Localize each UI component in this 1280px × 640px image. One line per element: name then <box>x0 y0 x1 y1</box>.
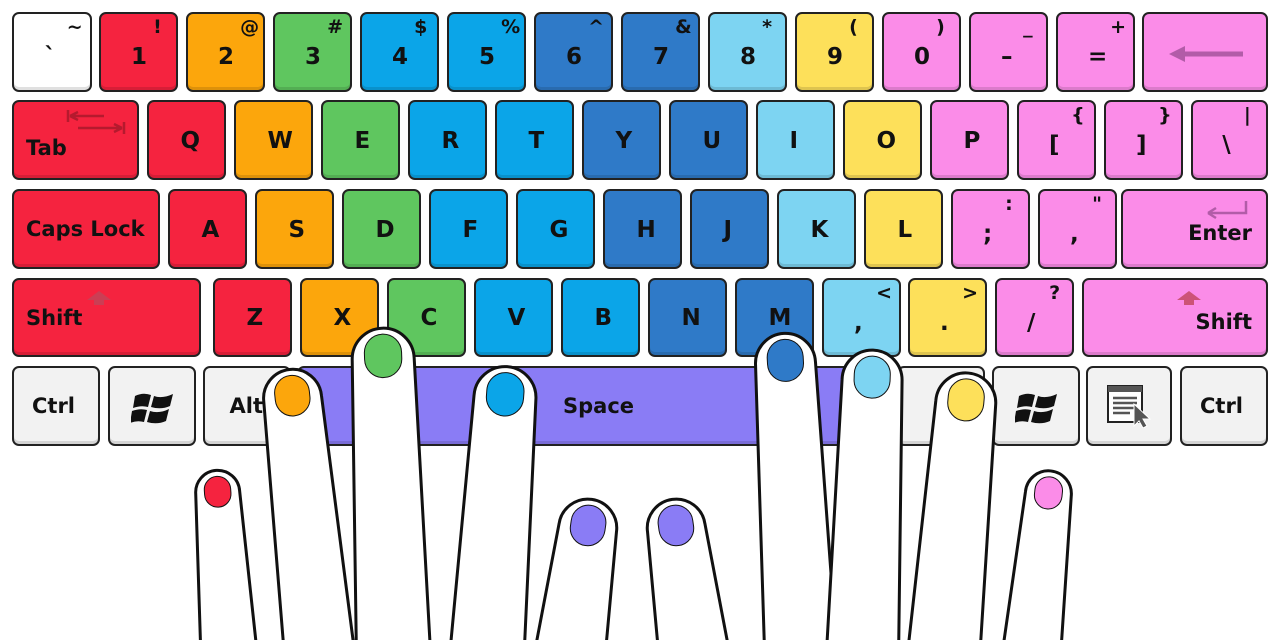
left-pinky-nail-icon <box>203 475 232 508</box>
left-ring-finger <box>262 367 356 640</box>
left-thumb-finger <box>534 497 619 640</box>
right-middle-nail-icon <box>853 355 891 399</box>
left-middle-finger <box>350 326 432 640</box>
right-thumb-finger <box>645 497 730 640</box>
right-ring-finger <box>906 371 998 640</box>
left-pinky-finger <box>194 468 259 640</box>
hands-illustration <box>194 326 1073 640</box>
left-index-finger <box>448 365 538 640</box>
right-middle-finger <box>825 348 904 640</box>
right-index-finger <box>754 331 838 640</box>
left-middle-nail-icon <box>363 333 403 379</box>
right-index-nail-icon <box>766 338 805 382</box>
right-pinky-finger <box>1001 469 1073 640</box>
